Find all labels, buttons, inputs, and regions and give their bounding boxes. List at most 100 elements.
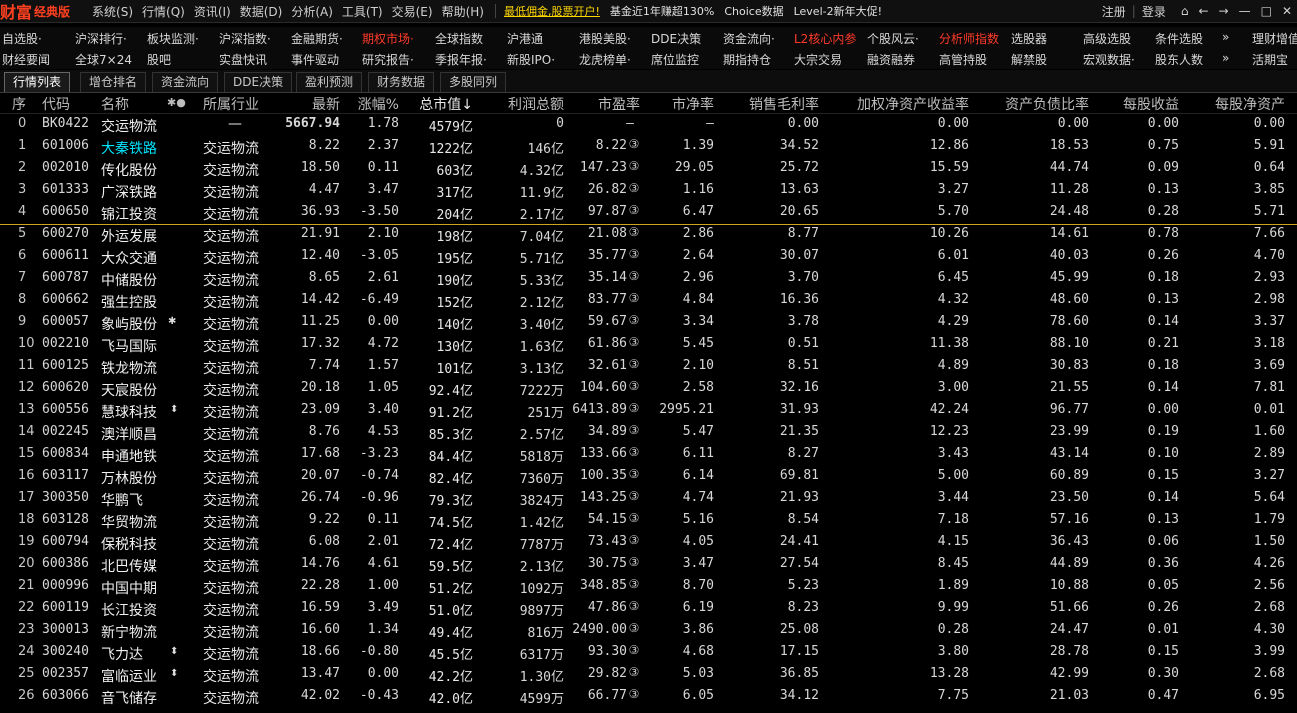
- home-icon[interactable]: ⌂: [1181, 4, 1189, 18]
- quick-nav-item[interactable]: 财经要闻: [2, 51, 50, 68]
- minimize-icon[interactable]: —: [1239, 4, 1251, 18]
- table-row[interactable]: 22 600119 交运物流 16.59 3.49 51.0亿 9897万 6.19 8.23 9…: [0, 598, 1297, 620]
- quick-nav-item[interactable]: 宏观数据·: [1083, 51, 1135, 68]
- tab-item[interactable]: 资金流向: [152, 72, 219, 92]
- cell-name[interactable]: 飞马国际: [101, 336, 157, 356]
- cell-name[interactable]: 天宸股份: [101, 380, 157, 400]
- table-row[interactable]: 8 600662 交运物流 14.42 -6.49 152亿 2.12亿 4.84 16.36 4…: [0, 290, 1297, 312]
- quick-nav-item[interactable]: 个股风云·: [867, 30, 919, 47]
- quick-nav-item[interactable]: »: [1222, 51, 1229, 65]
- cell-name[interactable]: 象屿股份: [101, 314, 157, 334]
- quick-nav-item[interactable]: 龙虎榜单·: [579, 51, 631, 68]
- quick-nav-item[interactable]: 实盘快讯: [219, 51, 267, 68]
- cell-name[interactable]: 长江投资: [101, 600, 157, 620]
- cell-name[interactable]: 强生控股: [101, 292, 157, 312]
- table-row[interactable]: 1 601006 交运物流 8.22 2.37 1222亿 146亿 1.39 34.52 12.…: [0, 136, 1297, 158]
- col-mktcap[interactable]: 总市值↓: [399, 94, 473, 114]
- quick-nav-item[interactable]: 分析师指数: [939, 30, 999, 47]
- table-row[interactable]: 9 600057 交运物流 11.25 0.00 140亿 3.40亿 3.34 3.78 4.2…: [0, 312, 1297, 334]
- quick-nav-item[interactable]: 资金流向·: [723, 30, 775, 47]
- table-row[interactable]: 4 600650 交运物流 36.93 -3.50 204亿 2.17亿 6.47 20.65 5…: [0, 202, 1297, 225]
- quick-nav-item[interactable]: 沪深排行·: [75, 30, 127, 47]
- col-roe[interactable]: 加权净资产收益率: [819, 94, 969, 114]
- menu-item[interactable]: 资讯(I): [194, 3, 231, 20]
- table-row[interactable]: 11 600125 交运物流 7.74 1.57 101亿 3.13亿 2.10 8.51 4.8…: [0, 356, 1297, 378]
- quick-nav-item[interactable]: 全球指数: [435, 30, 483, 47]
- table-row[interactable]: 19 600794 交运物流 6.08 2.01 72.4亿 7787万 4.05 24.41 4…: [0, 532, 1297, 554]
- cell-name[interactable]: 华鹏飞: [101, 490, 143, 510]
- table-row[interactable]: 2 002010 交运物流 18.50 0.11 603亿 4.32亿 29.05 25.72 1…: [0, 158, 1297, 180]
- table-row[interactable]: 15 600834 交运物流 17.68 -3.23 84.4亿 5818万 6.11 8.27…: [0, 444, 1297, 466]
- cell-name[interactable]: 传化股份: [101, 160, 157, 180]
- quick-nav-item[interactable]: 席位监控: [651, 51, 699, 68]
- cell-name[interactable]: 外运发展: [101, 226, 157, 246]
- quick-nav-item[interactable]: 自选股·: [2, 30, 42, 47]
- col-name[interactable]: 名称: [101, 94, 129, 114]
- table-row[interactable]: 16 603117 交运物流 20.07 -0.74 82.4亿 7360万 6.14 69.8…: [0, 466, 1297, 488]
- cell-name[interactable]: 铁龙物流: [101, 358, 157, 378]
- quick-nav-item[interactable]: 股东人数: [1155, 51, 1203, 68]
- table-row[interactable]: 26 603066 交运物流 42.02 -0.43 42.0亿 4599万 6.05 34.1…: [0, 686, 1297, 708]
- cell-name[interactable]: 飞力达: [101, 644, 143, 664]
- quick-nav-item[interactable]: 选股器: [1011, 30, 1047, 47]
- table-row[interactable]: 20 600386 交运物流 14.76 4.61 59.5亿 2.13亿 3.47 27.54…: [0, 554, 1297, 576]
- menu-item[interactable]: 数据(D): [240, 3, 283, 20]
- quick-nav-item[interactable]: 解禁股: [1011, 51, 1047, 68]
- menu-item[interactable]: 交易(E): [392, 3, 433, 20]
- quick-nav-item[interactable]: 季报年报·: [435, 51, 487, 68]
- tab-item[interactable]: 盈利预测: [296, 72, 363, 92]
- quick-nav-item[interactable]: 条件选股: [1155, 30, 1203, 47]
- col-gross-margin[interactable]: 销售毛利率: [714, 94, 819, 114]
- quick-nav-item[interactable]: 理财增值: [1252, 30, 1297, 47]
- tab-item[interactable]: 行情列表: [4, 72, 71, 92]
- table-row[interactable]: 14 002245 交运物流 8.76 4.53 85.3亿 2.57亿 5.47 21.35 1…: [0, 422, 1297, 444]
- cell-name[interactable]: 北巴传媒: [101, 556, 157, 576]
- quick-nav-item[interactable]: 期权市场·: [362, 30, 414, 47]
- quick-nav-item[interactable]: 金融期货·: [291, 30, 343, 47]
- cell-name[interactable]: 华贸物流: [101, 512, 157, 532]
- table-row[interactable]: 17 300350 交运物流 26.74 -0.96 79.3亿 3824万 4.74 21.9…: [0, 488, 1297, 510]
- col-eps[interactable]: 每股收益: [1089, 94, 1179, 114]
- table-row[interactable]: 12 600620 交运物流 20.18 1.05 92.4亿 7222万 2.58 32.16…: [0, 378, 1297, 400]
- close-icon[interactable]: ✕: [1282, 4, 1292, 18]
- col-debt-ratio[interactable]: 资产负债比率: [969, 94, 1089, 114]
- table-row[interactable]: 21 000996 交运物流 22.28 1.00 51.2亿 1092万 8.70 5.23 1…: [0, 576, 1297, 598]
- login-link[interactable]: 登录: [1142, 3, 1166, 20]
- col-pb[interactable]: 市净率: [640, 94, 714, 114]
- tab-item[interactable]: 增仓排名: [80, 72, 147, 92]
- cell-name[interactable]: 音飞储存: [101, 688, 157, 708]
- menu-item[interactable]: 工具(T): [342, 3, 383, 20]
- cell-name[interactable]: 申通地铁: [101, 446, 157, 466]
- quick-nav-item[interactable]: 活期宝: [1252, 51, 1288, 68]
- back-arrow-icon[interactable]: ←: [1198, 4, 1208, 18]
- quick-nav-item[interactable]: 沪深指数·: [219, 30, 271, 47]
- quick-nav-item[interactable]: »: [1222, 30, 1229, 44]
- cell-name[interactable]: 中国中期: [101, 578, 157, 598]
- cell-name[interactable]: 新宁物流: [101, 622, 157, 642]
- tab-item[interactable]: 多股同列: [440, 72, 507, 92]
- cell-name[interactable]: 中储股份: [101, 270, 157, 290]
- cell-name[interactable]: 澳洋顺昌: [101, 424, 157, 444]
- menu-item[interactable]: 帮助(H): [442, 3, 484, 20]
- tab-item[interactable]: 财务数据: [368, 72, 435, 92]
- table-row[interactable]: 25 002357 交运物流 13.47 0.00 42.2亿 1.30亿 5.03 36.85…: [0, 664, 1297, 686]
- table-row[interactable]: 24 300240 交运物流 18.66 -0.80 45.5亿 6317万 4.68 17.1…: [0, 642, 1297, 664]
- cell-name[interactable]: 锦江投资: [101, 204, 157, 224]
- quick-nav-item[interactable]: 研究报告·: [362, 51, 414, 68]
- table-row[interactable]: 5 600270 交运物流 21.91 2.10 198亿 7.04亿 2.86 8.77 10.…: [0, 224, 1297, 246]
- table-row[interactable]: 0 BK0422 — 5667.94 1.78 4579亿 0 — 0.00 0.00 0.00 0.…: [0, 114, 1297, 136]
- quick-nav-item[interactable]: 期指持仓: [723, 51, 771, 68]
- quick-nav-item[interactable]: 股吧: [147, 51, 171, 68]
- table-row[interactable]: 23 300013 交运物流 16.60 1.34 49.4亿 816万 3.86 25.08 0…: [0, 620, 1297, 642]
- quick-nav-item[interactable]: 事件驱动: [291, 51, 339, 68]
- col-change[interactable]: 涨幅%: [340, 94, 399, 114]
- col-profit[interactable]: 利润总额: [473, 94, 564, 114]
- quick-nav-item[interactable]: 板块监测·: [147, 30, 199, 47]
- promo-link[interactable]: 最低佣金,股票开户!: [504, 3, 600, 19]
- table-row[interactable]: 13 600556 交运物流 23.09 3.40 91.2亿 251万 2995.21 31.…: [0, 400, 1297, 422]
- cell-name[interactable]: 保税科技: [101, 534, 157, 554]
- col-industry[interactable]: 所属行业: [203, 94, 259, 114]
- maximize-icon[interactable]: □: [1261, 4, 1272, 18]
- quick-nav-item[interactable]: 港股美股·: [579, 30, 631, 47]
- cell-name[interactable]: 广深铁路: [101, 182, 157, 202]
